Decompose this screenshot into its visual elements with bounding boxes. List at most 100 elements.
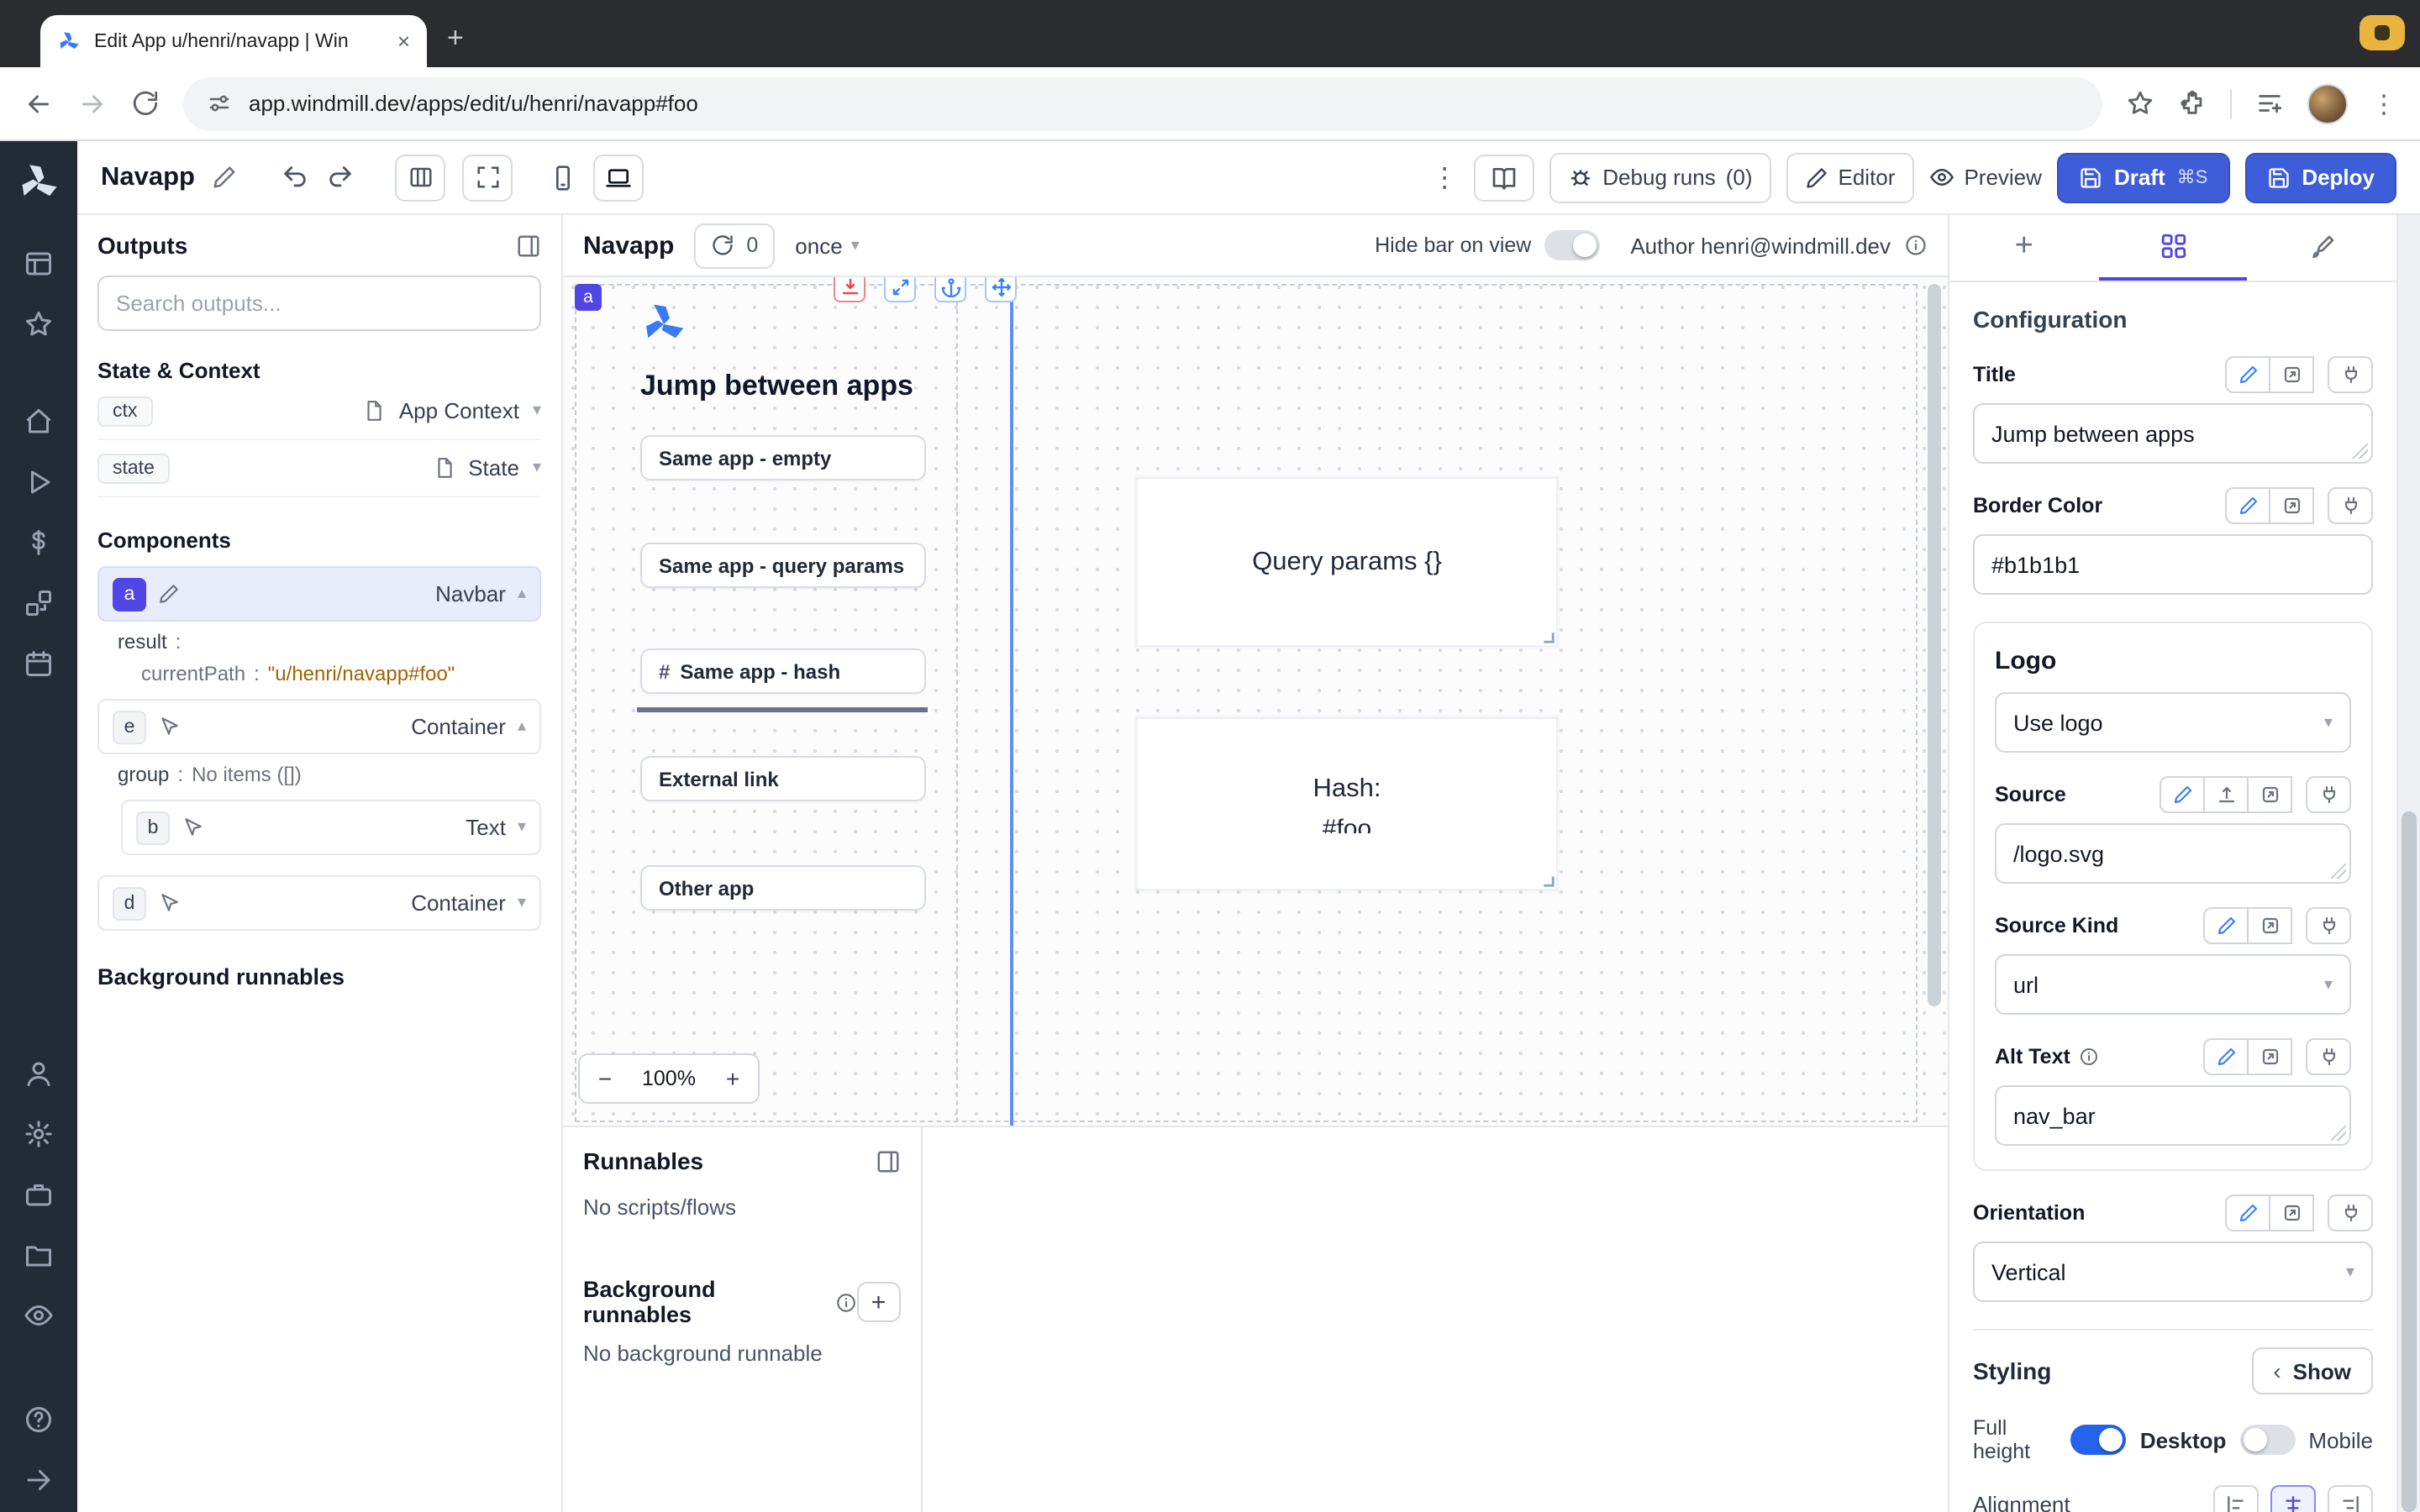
state-row[interactable]: state State ▾ bbox=[97, 440, 541, 497]
current-path-line[interactable]: currentPath : "u/henri/navapp#foo" bbox=[121, 654, 541, 685]
result-line[interactable]: result : bbox=[97, 622, 541, 654]
expand-down-handle[interactable] bbox=[834, 277, 865, 302]
more-menu-icon[interactable]: ⋮ bbox=[1431, 160, 1458, 194]
fullscreen-button[interactable] bbox=[462, 154, 513, 201]
panel-layout-icon[interactable] bbox=[516, 233, 541, 258]
hash-panel[interactable]: Hash: #foo bbox=[1136, 717, 1558, 890]
user-icon[interactable] bbox=[24, 1058, 54, 1089]
resources-icon[interactable] bbox=[24, 588, 54, 618]
pencil-icon[interactable] bbox=[158, 583, 180, 605]
tab-insert[interactable]: + bbox=[1949, 215, 2098, 281]
alt-text-input[interactable]: nav_bar bbox=[1995, 1085, 2351, 1146]
selection-edge-line[interactable] bbox=[1010, 277, 1013, 1126]
tab-list-icon[interactable] bbox=[2255, 89, 2284, 118]
run-mode-select[interactable]: once ▾ bbox=[795, 233, 859, 258]
logo-select[interactable]: Use logo ▾ bbox=[1995, 692, 2351, 753]
back-icon[interactable] bbox=[24, 88, 54, 118]
panel-layout-icon[interactable] bbox=[876, 1148, 901, 1173]
edit-static-button[interactable] bbox=[2225, 487, 2270, 524]
record-indicator[interactable] bbox=[2360, 15, 2405, 50]
connect-plug-button[interactable] bbox=[2306, 907, 2351, 944]
bookmark-star-icon[interactable] bbox=[2126, 89, 2154, 118]
desktop-view-button[interactable] bbox=[593, 154, 644, 201]
edit-static-button[interactable] bbox=[2160, 776, 2205, 813]
full-height-toggle[interactable] bbox=[2071, 1425, 2127, 1455]
undo-icon[interactable] bbox=[281, 163, 309, 192]
resize-grip-icon[interactable] bbox=[1539, 628, 1555, 643]
mobile-toggle[interactable] bbox=[2239, 1425, 2295, 1455]
align-center-button[interactable] bbox=[2270, 1485, 2316, 1512]
component-row-navbar[interactable]: a Navbar ▴ bbox=[97, 566, 541, 622]
browser-tab[interactable]: Edit App u/henri/navapp | Win × bbox=[40, 15, 427, 67]
eval-button[interactable] bbox=[2247, 1038, 2292, 1075]
query-params-panel[interactable]: Query params {} bbox=[1136, 477, 1558, 647]
component-row-text-b[interactable]: b Text ▾ bbox=[121, 800, 541, 855]
edit-static-button[interactable] bbox=[2225, 356, 2270, 393]
connect-plug-button[interactable] bbox=[2306, 776, 2351, 813]
component-row-container-e[interactable]: e Container ▴ bbox=[97, 699, 541, 754]
editor-button[interactable]: Editor bbox=[1786, 152, 1914, 202]
anchor-handle[interactable] bbox=[934, 277, 966, 302]
windmill-logo[interactable] bbox=[17, 161, 60, 205]
canvas-scrollbar[interactable] bbox=[1928, 284, 1941, 1006]
pointer-icon[interactable] bbox=[158, 892, 180, 914]
connect-plug-button[interactable] bbox=[2306, 1038, 2351, 1075]
chevron-up-icon[interactable]: ▴ bbox=[518, 585, 526, 603]
gear-icon[interactable] bbox=[24, 1119, 54, 1149]
edit-static-button[interactable] bbox=[2203, 1038, 2249, 1075]
profile-avatar[interactable] bbox=[2307, 83, 2348, 123]
show-styling-button[interactable]: ‹ Show bbox=[2251, 1347, 2373, 1394]
ctx-row[interactable]: ctx App Context ▾ bbox=[97, 383, 541, 440]
draft-button[interactable]: Draft ⌘S bbox=[2057, 152, 2229, 202]
page-scrollbar[interactable] bbox=[2396, 215, 2420, 1512]
chevron-down-icon[interactable]: ▾ bbox=[518, 818, 526, 837]
align-left-button[interactable] bbox=[2213, 1485, 2259, 1512]
nav-link-hash[interactable]: # Same app - hash bbox=[640, 648, 926, 694]
docs-book-button[interactable] bbox=[1473, 154, 1534, 201]
redo-icon[interactable] bbox=[326, 163, 355, 192]
expand-handle[interactable] bbox=[884, 277, 916, 302]
title-input[interactable]: Jump between apps bbox=[1973, 403, 2373, 464]
chevron-down-icon[interactable]: ▾ bbox=[518, 894, 526, 912]
deploy-button[interactable]: Deploy bbox=[2244, 152, 2396, 202]
orientation-select[interactable]: Vertical ▾ bbox=[1973, 1242, 2373, 1302]
source-input[interactable]: /logo.svg bbox=[1995, 823, 2351, 884]
tab-close-icon[interactable]: × bbox=[397, 30, 410, 52]
pointer-icon[interactable] bbox=[182, 816, 203, 838]
debug-runs-button[interactable]: Debug runs (0) bbox=[1549, 152, 1770, 202]
collapse-arrow-icon[interactable] bbox=[24, 1465, 54, 1495]
nav-link-other-app[interactable]: Other app bbox=[640, 865, 926, 911]
new-tab-button[interactable]: + bbox=[447, 22, 464, 55]
info-icon[interactable] bbox=[1904, 234, 1928, 257]
folder-icon[interactable] bbox=[24, 1240, 54, 1270]
nav-link-empty[interactable]: Same app - empty bbox=[640, 435, 926, 480]
chevron-down-icon[interactable]: ▾ bbox=[533, 459, 541, 477]
zoom-in-button[interactable]: + bbox=[708, 1055, 758, 1102]
border-color-input[interactable]: #b1b1b1 bbox=[1973, 534, 2373, 595]
eval-button[interactable] bbox=[2247, 776, 2292, 813]
calendar-icon[interactable] bbox=[24, 648, 54, 679]
upload-button[interactable] bbox=[2203, 776, 2249, 813]
eval-button[interactable] bbox=[2269, 1194, 2314, 1231]
source-kind-select[interactable]: url ▾ bbox=[1995, 954, 2351, 1015]
hide-bar-toggle[interactable] bbox=[1544, 230, 1600, 260]
star-icon[interactable] bbox=[24, 309, 54, 339]
edit-static-button[interactable] bbox=[2203, 907, 2249, 944]
nav-link-query-params[interactable]: Same app - query params bbox=[640, 543, 926, 588]
app-canvas[interactable]: a Jump between apps Same app - empty Sam… bbox=[563, 277, 1948, 1126]
mobile-view-icon[interactable] bbox=[550, 164, 576, 191]
eye-icon[interactable] bbox=[24, 1300, 54, 1331]
site-settings-icon[interactable] bbox=[207, 91, 232, 116]
connect-plug-button[interactable] bbox=[2328, 356, 2373, 393]
apps-icon[interactable] bbox=[24, 249, 54, 279]
eval-button[interactable] bbox=[2269, 487, 2314, 524]
info-icon[interactable] bbox=[834, 1291, 856, 1313]
dollar-icon[interactable] bbox=[24, 528, 54, 558]
preview-button[interactable]: Preview bbox=[1928, 165, 2042, 190]
extensions-icon[interactable] bbox=[2178, 89, 2207, 118]
connect-plug-button[interactable] bbox=[2328, 1194, 2373, 1231]
move-handle[interactable] bbox=[985, 277, 1017, 302]
add-background-runnable-button[interactable]: + bbox=[856, 1282, 901, 1322]
help-icon[interactable] bbox=[24, 1404, 54, 1435]
chevron-up-icon[interactable]: ▴ bbox=[518, 717, 526, 736]
